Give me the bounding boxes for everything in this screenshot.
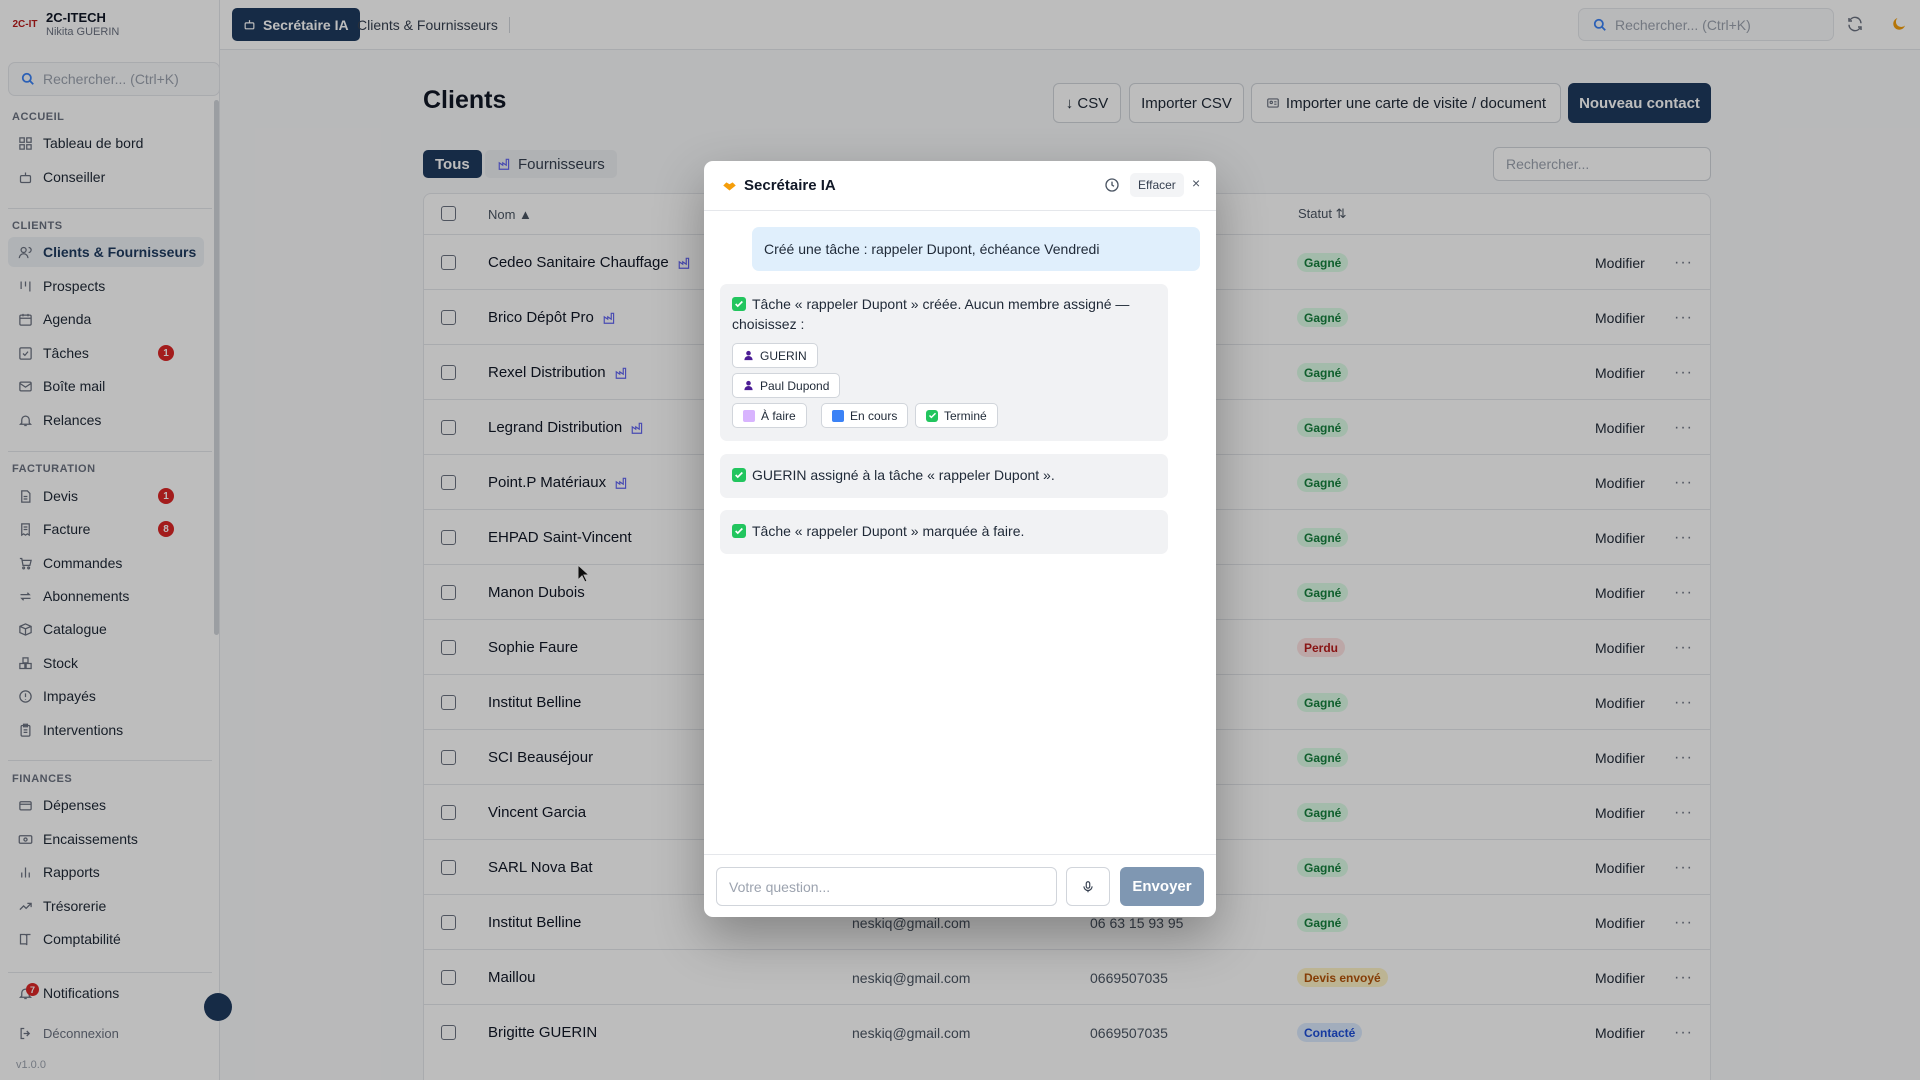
todo-icon — [743, 409, 755, 422]
assignee-label: GUERIN — [760, 348, 807, 363]
bot-message-text: GUERIN assigné à la tâche « rappeler Dup… — [732, 465, 1055, 485]
secretary-ai-modal: Secrétaire IA Effacer × Créé une tâche :… — [704, 161, 1216, 917]
close-button[interactable]: × — [1192, 175, 1200, 191]
status-done-button[interactable]: Terminé — [915, 403, 998, 428]
modal-header: Secrétaire IA Effacer × — [704, 161, 1216, 211]
check-icon — [732, 524, 746, 538]
assign-guerin-button[interactable]: GUERIN — [732, 343, 818, 368]
bot-message-line: Tâche « rappeler Dupont » créée. Aucun m… — [752, 296, 1130, 312]
modal-title-text: Secrétaire IA — [744, 177, 836, 194]
bot-message-line2: choisissez : — [732, 316, 805, 332]
microphone-icon — [1083, 880, 1093, 892]
bot-message-line: Tâche « rappeler Dupont » marquée à fair… — [752, 523, 1025, 539]
status-in-progress-button[interactable]: En cours — [821, 403, 909, 428]
microphone-button[interactable] — [1066, 867, 1110, 906]
status-todo-button[interactable]: À faire — [732, 403, 807, 428]
history-icon[interactable] — [1104, 177, 1120, 193]
bot-message-line: GUERIN assigné à la tâche « rappeler Dup… — [752, 467, 1055, 483]
check-icon — [926, 409, 938, 422]
status-label: En cours — [850, 408, 898, 423]
clear-button[interactable]: Effacer — [1130, 173, 1184, 197]
assign-paul-dupond-button[interactable]: Paul Dupond — [732, 373, 841, 398]
bot-message: Tâche « rappeler Dupont » créée. Aucun m… — [720, 284, 1168, 441]
check-icon — [732, 297, 746, 311]
bot-message-text: Tâche « rappeler Dupont » créée. Aucun m… — [732, 294, 1152, 314]
handshake-icon — [723, 182, 736, 191]
question-input[interactable]: Votre question... — [716, 867, 1057, 906]
progress-icon — [832, 409, 844, 422]
bot-message-text: Tâche « rappeler Dupont » marquée à fair… — [732, 521, 1024, 541]
status-label: Terminé — [944, 408, 987, 423]
check-icon — [732, 468, 746, 482]
user-icon — [744, 380, 753, 391]
modal-footer: Votre question... Envoyer — [704, 854, 1216, 917]
assignee-label: Paul Dupond — [760, 378, 830, 393]
user-message: Créé une tâche : rappeler Dupont, échéan… — [752, 227, 1200, 271]
send-button[interactable]: Envoyer — [1120, 867, 1204, 906]
modal-title: Secrétaire IA — [722, 177, 836, 194]
bot-message: Tâche « rappeler Dupont » marquée à fair… — [720, 510, 1168, 554]
status-label: À faire — [761, 408, 796, 423]
bot-message: GUERIN assigné à la tâche « rappeler Dup… — [720, 454, 1168, 498]
user-icon — [744, 350, 753, 361]
